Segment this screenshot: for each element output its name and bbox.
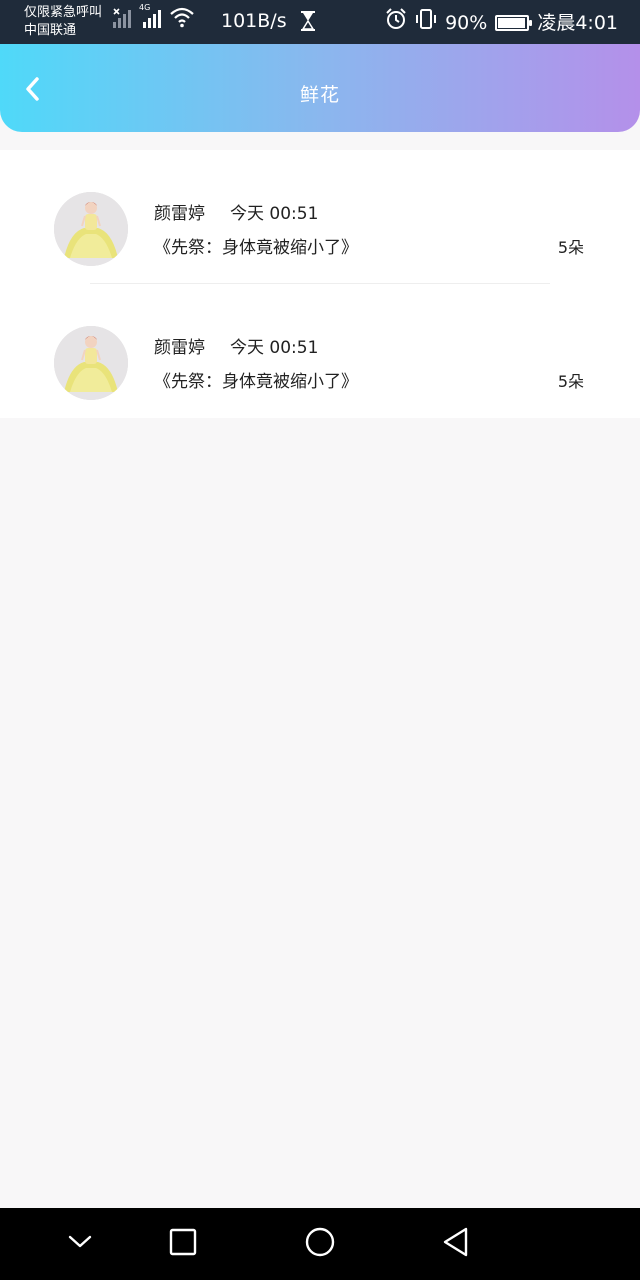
collapse-nav-button[interactable]: [62, 1226, 98, 1262]
list-item[interactable]: 颜雷婷 今天 00:51 《先祭：身体竟被缩小了》 5朵: [0, 150, 640, 284]
hourglass-icon: [300, 11, 316, 35]
avatar[interactable]: [54, 192, 128, 266]
flower-list: 颜雷婷 今天 00:51 《先祭：身体竟被缩小了》 5朵 颜雷婷 今天 00:5…: [0, 150, 640, 418]
message-text: 《先祭：身体竟被缩小了》: [154, 372, 358, 392]
recent-apps-icon: [169, 1228, 197, 1260]
list-item[interactable]: 颜雷婷 今天 00:51 《先祭：身体竟被缩小了》 5朵: [0, 284, 640, 418]
system-back-button[interactable]: [438, 1226, 474, 1262]
timestamp: 今天 00:51: [230, 338, 319, 358]
alarm-icon: [385, 8, 407, 37]
flower-count: 5朵: [557, 372, 584, 391]
carrier-line-2: 中国联通: [24, 23, 77, 38]
carrier-line-1: 仅限紧急呼叫: [24, 5, 103, 20]
battery-icon: [495, 14, 533, 31]
status-bar: 仅限紧急呼叫 中国联通 4G 101B/s 90% 凌晨4:01: [0, 0, 640, 44]
avatar[interactable]: [54, 326, 128, 400]
sender-name: 颜雷婷: [154, 204, 205, 224]
flower-count: 5朵: [557, 238, 584, 257]
system-nav-bar: [0, 1208, 640, 1280]
page-title: 鲜花: [299, 84, 340, 106]
signal-icon: 4G: [139, 4, 165, 32]
wifi-icon: [169, 6, 195, 32]
recent-apps-button[interactable]: [165, 1226, 201, 1262]
back-icon: [441, 1226, 471, 1262]
app-header: 鲜花: [0, 44, 640, 132]
clock: 凌晨4:01: [537, 11, 618, 34]
carrier-info: 仅限紧急呼叫 中国联通: [24, 4, 102, 40]
network-type-label: 4G: [139, 3, 151, 12]
message-text: 《先祭：身体竟被缩小了》: [154, 238, 358, 258]
vibrate-icon: [415, 8, 437, 37]
network-speed: 101B/s: [221, 10, 287, 32]
status-right-group: 90% 凌晨4:01: [385, 8, 618, 37]
battery-level: [498, 17, 526, 28]
timestamp: 今天 00:51: [230, 204, 319, 224]
signal-group: 4G: [113, 4, 195, 32]
battery-percent: 90%: [445, 11, 488, 34]
sender-name: 颜雷婷: [154, 338, 205, 358]
no-sim-icon: [113, 8, 135, 32]
chevron-down-icon: [67, 1234, 93, 1254]
home-button[interactable]: [302, 1226, 338, 1262]
home-icon: [304, 1226, 336, 1262]
